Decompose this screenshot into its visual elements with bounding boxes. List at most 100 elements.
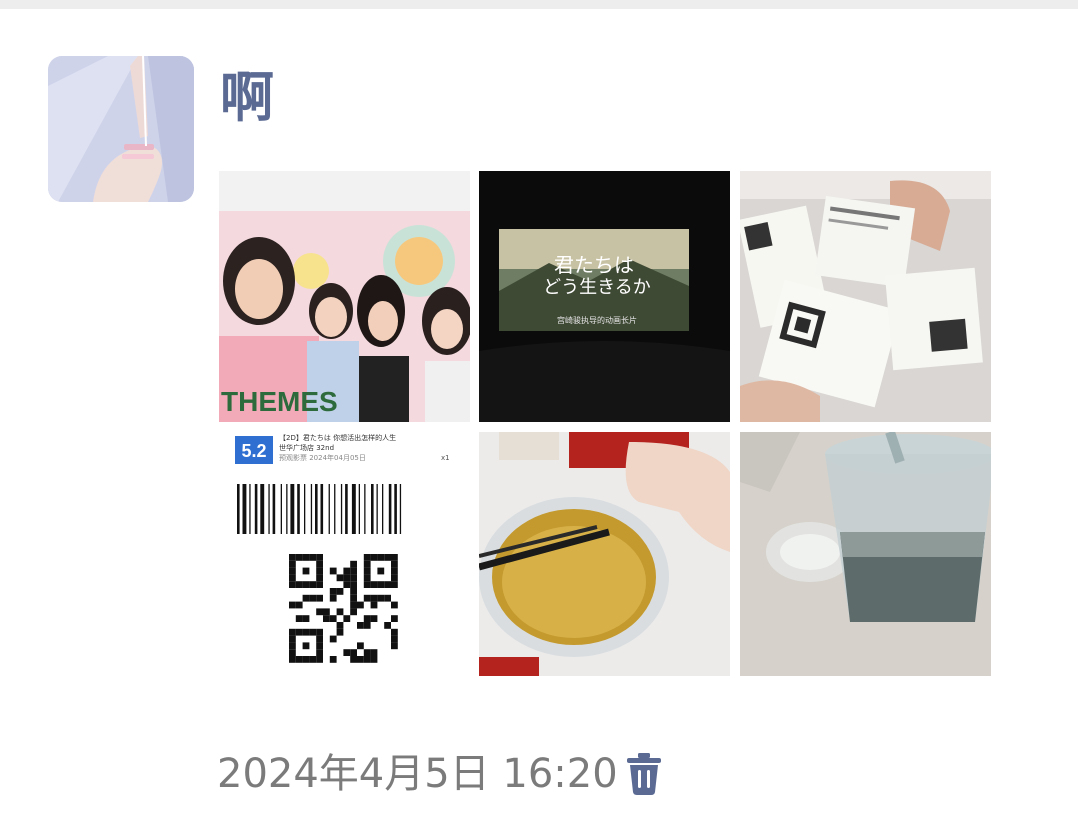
- qr-module: [350, 574, 357, 582]
- barcode-bar: [376, 484, 378, 534]
- qr-module: [289, 635, 296, 643]
- qr-module: [384, 554, 391, 561]
- qr-module: [316, 567, 323, 575]
- qr-module: [357, 622, 364, 629]
- qr-module: [350, 588, 357, 595]
- qr-module: [289, 560, 296, 568]
- trash-icon[interactable]: [624, 750, 664, 796]
- qr-module: [343, 615, 351, 622]
- barcode-bar: [328, 484, 330, 534]
- barcode-bar: [237, 484, 240, 534]
- qr-module: [329, 567, 337, 575]
- qr-module: [302, 554, 310, 561]
- qr-module: [336, 622, 344, 629]
- qr-module: [289, 656, 296, 663]
- qr-module: [329, 588, 337, 595]
- barcode-bar: [334, 484, 336, 534]
- qr-module: [370, 594, 378, 602]
- qr-module: [343, 574, 351, 582]
- barcode-bar: [286, 484, 288, 534]
- barcode-bar: [280, 484, 282, 534]
- qr-module: [329, 656, 337, 663]
- qr-module: [336, 574, 344, 582]
- photo-selfie[interactable]: THEMES: [219, 171, 470, 422]
- qr-module: [343, 581, 351, 588]
- qr-module: [295, 656, 303, 663]
- qr-module: [370, 601, 378, 609]
- qr-module: [336, 608, 344, 616]
- barcode-bar: [371, 484, 374, 534]
- photo-tickets[interactable]: [740, 171, 991, 422]
- qr-module: [302, 656, 310, 663]
- screen-title-line2: どう生きるか: [543, 277, 651, 298]
- qr-module: [323, 615, 330, 622]
- barcode-bar: [388, 484, 392, 534]
- qr-module: [391, 642, 398, 650]
- qr-module: [391, 554, 398, 561]
- qr-module: [384, 594, 391, 602]
- qr-module: [316, 649, 323, 656]
- qr-module: [302, 642, 310, 650]
- qr-module: [377, 594, 385, 602]
- qr-module: [302, 567, 310, 575]
- qr-module: [289, 642, 296, 650]
- qr-module: [323, 608, 330, 616]
- qr-module: [350, 594, 357, 602]
- qr-module: [295, 615, 303, 622]
- barcode-bar: [315, 484, 318, 534]
- barcode-bar: [364, 484, 366, 534]
- qr-module: [309, 554, 317, 561]
- photo-food-bowl[interactable]: [479, 432, 730, 683]
- qr-module: [391, 615, 398, 622]
- qr-module: [370, 656, 378, 663]
- qr-module: [377, 581, 385, 588]
- qr-module: [363, 560, 371, 568]
- qr-module: [336, 628, 344, 636]
- qr-module: [309, 656, 317, 663]
- qr-module: [309, 594, 317, 602]
- qr-module: [350, 567, 357, 575]
- screen-caption: 宫崎骏执导的动画长片: [557, 315, 637, 325]
- qr-module: [329, 615, 337, 622]
- qr-module: [295, 628, 303, 636]
- qr-module: [357, 601, 364, 609]
- photo-cinema-screen[interactable]: 君たちは どう生きるか 宫崎骏执导的动画长片: [479, 171, 730, 422]
- qr-module: [377, 567, 385, 575]
- barcode-bar: [310, 484, 313, 534]
- qr-module: [391, 567, 398, 575]
- ticket-line3: 预观影票 2024年04月05日: [279, 453, 366, 462]
- qr-module: [350, 581, 357, 588]
- qr-module: [316, 628, 323, 636]
- qr-module: [370, 649, 378, 656]
- barcode-bar: [249, 484, 251, 534]
- barcode-bar: [272, 484, 276, 534]
- qr-module: [289, 649, 296, 656]
- qr-module: [370, 615, 378, 622]
- qr-module: [357, 656, 364, 663]
- qr-module: [391, 581, 398, 588]
- qr-module: [350, 560, 357, 568]
- barcode-bar: [254, 484, 258, 534]
- screen-title-line1: 君たちは: [554, 253, 634, 277]
- avatar[interactable]: [48, 56, 194, 202]
- qr-module: [391, 628, 398, 636]
- qr-module: [363, 656, 371, 663]
- qr-module: [289, 581, 296, 588]
- qr-module: [316, 581, 323, 588]
- qr-module: [391, 574, 398, 582]
- photo-drink-cup[interactable]: [740, 432, 991, 683]
- photo-ticket-qr[interactable]: 5.2 【2D】君たちは 你想活出怎样的人生 世华广场店 32nd 预观影票 2…: [219, 432, 470, 683]
- qr-module: [384, 622, 391, 629]
- qr-module: [363, 622, 371, 629]
- qr-module: [329, 635, 337, 643]
- qr-module: [289, 601, 296, 609]
- ticket-badge-text: 5.2: [241, 441, 266, 461]
- qr-module: [363, 649, 371, 656]
- qr-module: [302, 581, 310, 588]
- author-name[interactable]: 啊: [220, 62, 274, 134]
- barcode-bar: [394, 484, 397, 534]
- ticket-count: x1: [441, 454, 450, 462]
- qr-module: [363, 574, 371, 582]
- qr-module: [350, 649, 357, 656]
- qr-module: [316, 635, 323, 643]
